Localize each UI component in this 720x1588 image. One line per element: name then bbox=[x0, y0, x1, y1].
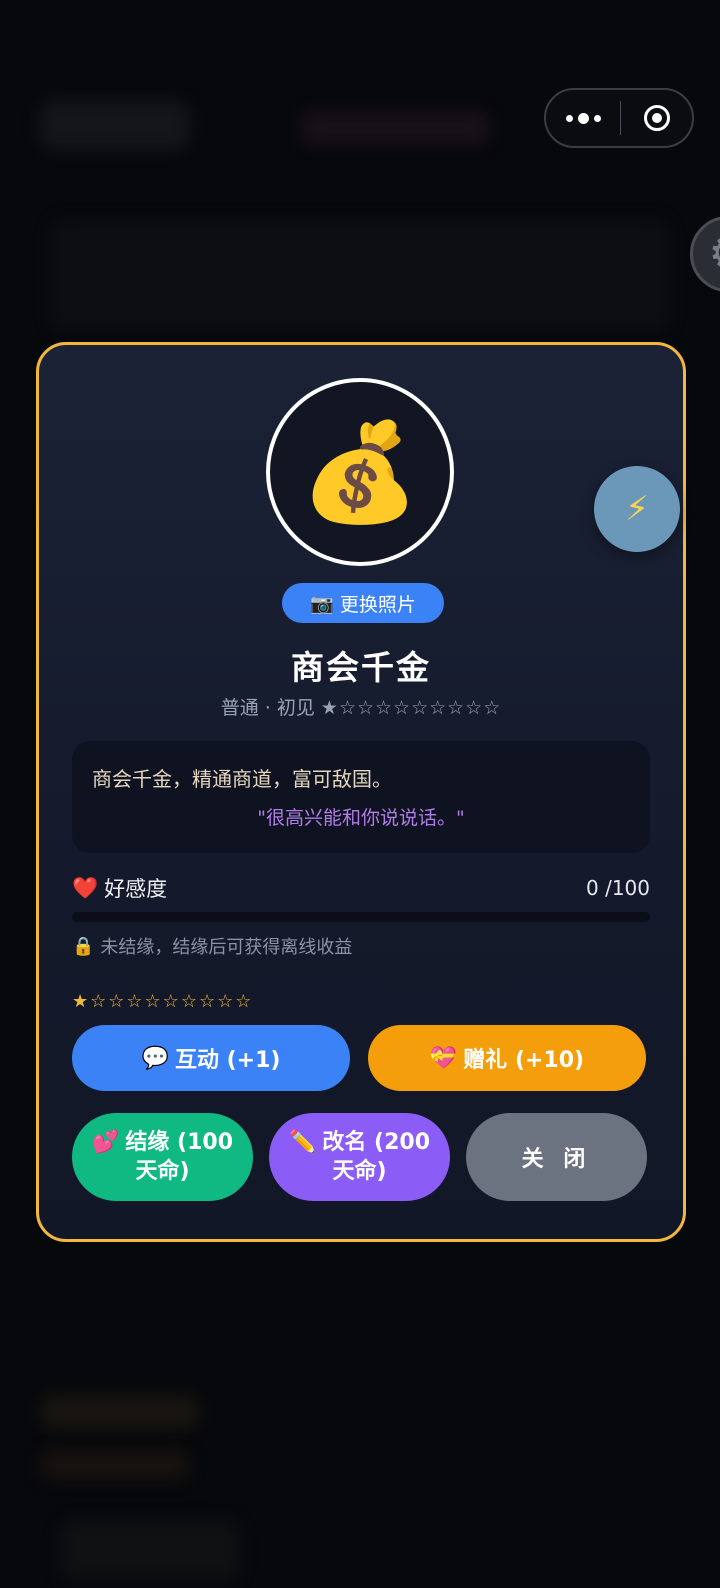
gift-label: 赠礼 (+10) bbox=[463, 1048, 585, 1073]
lock-icon: 🔒 bbox=[72, 935, 95, 957]
bond-button[interactable]: 💕 结缘 (100天命) bbox=[72, 1113, 253, 1201]
interact-button[interactable]: 💬 互动 (+1) bbox=[72, 1025, 350, 1091]
character-modal: 💰 📷 更换照片 商会千金 普通 · 初见 ★☆☆☆☆☆☆☆☆☆ 商会千金，精通… bbox=[36, 342, 686, 1242]
two-hearts-icon: 💕 bbox=[91, 1130, 120, 1155]
more-menu-button[interactable] bbox=[546, 90, 620, 146]
affection-row: ❤️ 好感度 0 /100 bbox=[72, 871, 650, 905]
change-photo-label: 更换照片 bbox=[339, 593, 416, 616]
close-label: 关 闭 bbox=[521, 1147, 592, 1172]
lightning-icon: ⚡ bbox=[625, 489, 649, 529]
rank-stars: ★☆☆☆☆☆☆☆☆☆ bbox=[72, 991, 254, 1012]
meta-stars: ★☆☆☆☆☆☆☆☆☆ bbox=[320, 697, 502, 719]
money-bag-icon: 💰 bbox=[300, 415, 420, 528]
dot-icon bbox=[593, 114, 601, 122]
affection-label-group: ❤️ 好感度 bbox=[72, 873, 167, 903]
close-button[interactable]: 关 闭 bbox=[466, 1113, 647, 1201]
affection-label: 好感度 bbox=[104, 877, 168, 901]
character-description: 商会千金，精通商道，富可敌国。 bbox=[92, 767, 392, 791]
background-header bbox=[40, 100, 190, 150]
affection-progress-bar bbox=[72, 912, 650, 922]
character-name: 商会千金 bbox=[291, 648, 431, 687]
bond-note-text: 未结缘，结缘后可获得离线收益 bbox=[100, 937, 353, 958]
heart-icon: ❤️ bbox=[72, 875, 99, 900]
gift-heart-icon: 💝 bbox=[429, 1045, 458, 1071]
background-tab bbox=[300, 110, 490, 146]
speech-bubble-icon: 💬 bbox=[141, 1045, 169, 1071]
description-box: 商会千金，精通商道，富可敌国。 "很高兴能和你说说话。" bbox=[72, 741, 650, 853]
screen: ⚙ 💰 📷 更换照片 商会千金 普通 · 初见 ★☆☆☆☆☆☆☆☆☆ 商会千金，… bbox=[0, 0, 720, 1588]
interact-label: 互动 (+1) bbox=[174, 1048, 281, 1073]
dot-icon bbox=[577, 112, 589, 124]
character-meta: 普通 · 初见 ★☆☆☆☆☆☆☆☆☆ bbox=[39, 693, 683, 720]
bond-text: 💕 结缘 (100天命) bbox=[84, 1128, 241, 1186]
character-quote: "很高兴能和你说说话。" bbox=[257, 807, 465, 829]
background-list-item bbox=[60, 1520, 240, 1580]
affection-value: 0 /100 bbox=[586, 876, 650, 900]
rename-label: 改名 (200天命) bbox=[322, 1130, 431, 1184]
dot-icon bbox=[565, 114, 573, 122]
settings-gear-icon[interactable]: ⚙ bbox=[690, 216, 720, 292]
target-icon bbox=[643, 105, 670, 131]
rename-button[interactable]: ✏️ 改名 (200天命) bbox=[269, 1113, 450, 1201]
close-miniprogram-button[interactable] bbox=[621, 90, 692, 146]
bond-note: 🔒 未结缘，结缘后可获得离线收益 bbox=[72, 933, 352, 959]
quick-action-button[interactable]: ⚡ bbox=[594, 466, 680, 552]
change-photo-button[interactable]: 📷 更换照片 bbox=[282, 583, 444, 623]
background-list-item bbox=[40, 1450, 190, 1480]
rename-text: ✏️ 改名 (200天命) bbox=[281, 1128, 438, 1186]
background-card bbox=[50, 220, 670, 330]
avatar: 💰 bbox=[266, 378, 454, 566]
miniprogram-capsule bbox=[544, 88, 694, 148]
gift-button[interactable]: 💝 赠礼 (+10) bbox=[368, 1025, 646, 1091]
bond-label: 结缘 (100天命) bbox=[125, 1130, 234, 1184]
rarity-stage: 普通 · 初见 bbox=[220, 697, 315, 719]
pencil-icon: ✏️ bbox=[288, 1130, 317, 1155]
background-list-item bbox=[40, 1395, 200, 1429]
camera-icon: 📷 bbox=[310, 592, 334, 615]
